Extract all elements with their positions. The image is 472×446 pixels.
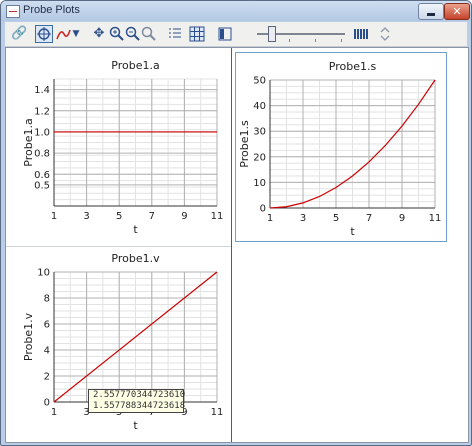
x-tick-label: 5 — [333, 213, 339, 224]
grid-icon[interactable] — [189, 26, 205, 42]
title-bar[interactable]: Probe Plots ✕ — [1, 1, 471, 21]
y-tick-label: 50 — [253, 76, 266, 87]
y-tick-label: 40 — [253, 101, 266, 112]
x-tick-label: 1 — [51, 407, 57, 418]
bar-strip-icon — [354, 29, 368, 39]
x-tick-label: 11 — [429, 213, 442, 224]
toolbar: 🔗 ▼ ✥ — [5, 22, 467, 47]
trace-icon — [56, 29, 71, 40]
y-tick-label: 0 — [44, 398, 50, 409]
y-tick-label: 1.2 — [34, 106, 50, 117]
x-tick-label: 11 — [211, 211, 224, 222]
bars-icon[interactable] — [353, 26, 369, 42]
dropdown-arrow-icon[interactable]: ▼ — [71, 26, 81, 42]
y-tick-label: 20 — [253, 152, 266, 163]
window-title: Probe Plots — [23, 4, 80, 16]
y-tick-label: 0 — [260, 204, 266, 215]
x-tick-label: 9 — [399, 213, 405, 224]
y-tick-label: 0.8 — [34, 149, 50, 160]
close-button[interactable]: ✕ — [444, 3, 470, 20]
minimize-icon — [427, 13, 435, 16]
crosshair-icon — [37, 27, 51, 41]
y-axis-label: Probe1.a — [22, 118, 35, 166]
y-tick-label: 10 — [37, 268, 50, 279]
close-icon: ✕ — [452, 5, 462, 18]
probe-plots-window: Probe Plots ✕ 🔗 ▼ ✥ 1 3 5 7 9 11 0.5 0.6… — [0, 0, 472, 446]
time-slider-thumb[interactable] — [268, 26, 276, 42]
x-tick-label: 5 — [116, 211, 122, 222]
probe-trace-icon[interactable] — [55, 26, 71, 42]
y-tick-label: 1.0 — [34, 127, 50, 138]
y-tick-label: 10 — [253, 178, 266, 189]
plot-area: 1 3 5 7 9 11 0.5 0.6 0.8 1.0 1.2 1.4 Probe1.a t Probe1… — [5, 47, 469, 443]
panel-layout-icon — [218, 27, 232, 41]
magnifier-plus-icon — [109, 26, 124, 41]
x-tick-label: 7 — [149, 211, 155, 222]
y-tick-label: 6 — [44, 320, 50, 331]
minimize-button[interactable] — [418, 3, 444, 20]
chart-title: Probe1.v — [111, 252, 160, 265]
x-tick-label: 1 — [267, 213, 273, 224]
slider-tick — [315, 39, 316, 42]
x-axis-label: t — [133, 419, 138, 432]
y-tick-label: 1.4 — [34, 85, 50, 96]
plot-probe1-s[interactable]: 1 3 5 7 9 11 0 10 20 30 40 50 Probe1.s t Probe1.s — [235, 52, 445, 240]
chart-title: Probe1.s — [329, 60, 377, 73]
x-tick-label: 7 — [366, 213, 372, 224]
pan-icon[interactable]: ✥ — [91, 26, 107, 42]
grid-toggle-icon — [189, 26, 205, 42]
slider-tick — [341, 39, 342, 42]
slider-tick — [289, 39, 290, 42]
y-tick-label: 30 — [253, 127, 266, 138]
plot-probe1-a[interactable]: 1 3 5 7 9 11 0.50.6 0.8 1.0 1.2 1.4 Probe1.a t Probe1… — [6, 48, 231, 246]
y-tick-label: 0.6 — [34, 170, 50, 181]
link-icon[interactable]: 🔗 — [11, 26, 27, 42]
y-tick-label: 4 — [44, 346, 50, 357]
x-tick-label: 9 — [181, 211, 187, 222]
zoom-out-icon[interactable] — [125, 26, 141, 42]
x-tick-label: 3 — [300, 213, 306, 224]
x-axis-label: t — [350, 225, 355, 238]
zoom-in-icon[interactable] — [109, 26, 125, 42]
zoom-reset-icon[interactable] — [141, 26, 157, 42]
tooltip-line-2: 1.557788344723618 — [93, 401, 186, 411]
x-axis-label: t — [133, 223, 138, 236]
x-tick-label: 11 — [211, 407, 224, 418]
up-down-icon — [380, 27, 390, 41]
legend-icon[interactable] — [167, 26, 183, 42]
y-tick-label: 0.5 — [34, 180, 50, 191]
probe-tooltip: 2.557770344723610 1.557788344723618 — [88, 389, 186, 413]
probe-select-icon[interactable] — [35, 25, 53, 43]
magnifier-icon — [141, 26, 156, 41]
app-icon — [6, 5, 20, 18]
y-tick-label: 2 — [44, 372, 50, 383]
y-axis-label: Probe1.v — [22, 312, 35, 361]
x-tick-label: 3 — [83, 211, 89, 222]
tooltip-line-1: 2.557770344723610 — [93, 390, 186, 400]
magnifier-minus-icon — [125, 26, 140, 41]
refresh-icon[interactable] — [377, 26, 393, 42]
layout-icon[interactable] — [217, 26, 233, 42]
chart-title: Probe1.a — [111, 59, 159, 72]
pane-divider-vertical[interactable] — [231, 48, 232, 442]
list-icon — [169, 28, 181, 38]
x-tick-label: 1 — [51, 211, 57, 222]
y-axis-label: Probe1.s — [238, 120, 251, 168]
y-tick-label: 8 — [44, 294, 50, 305]
